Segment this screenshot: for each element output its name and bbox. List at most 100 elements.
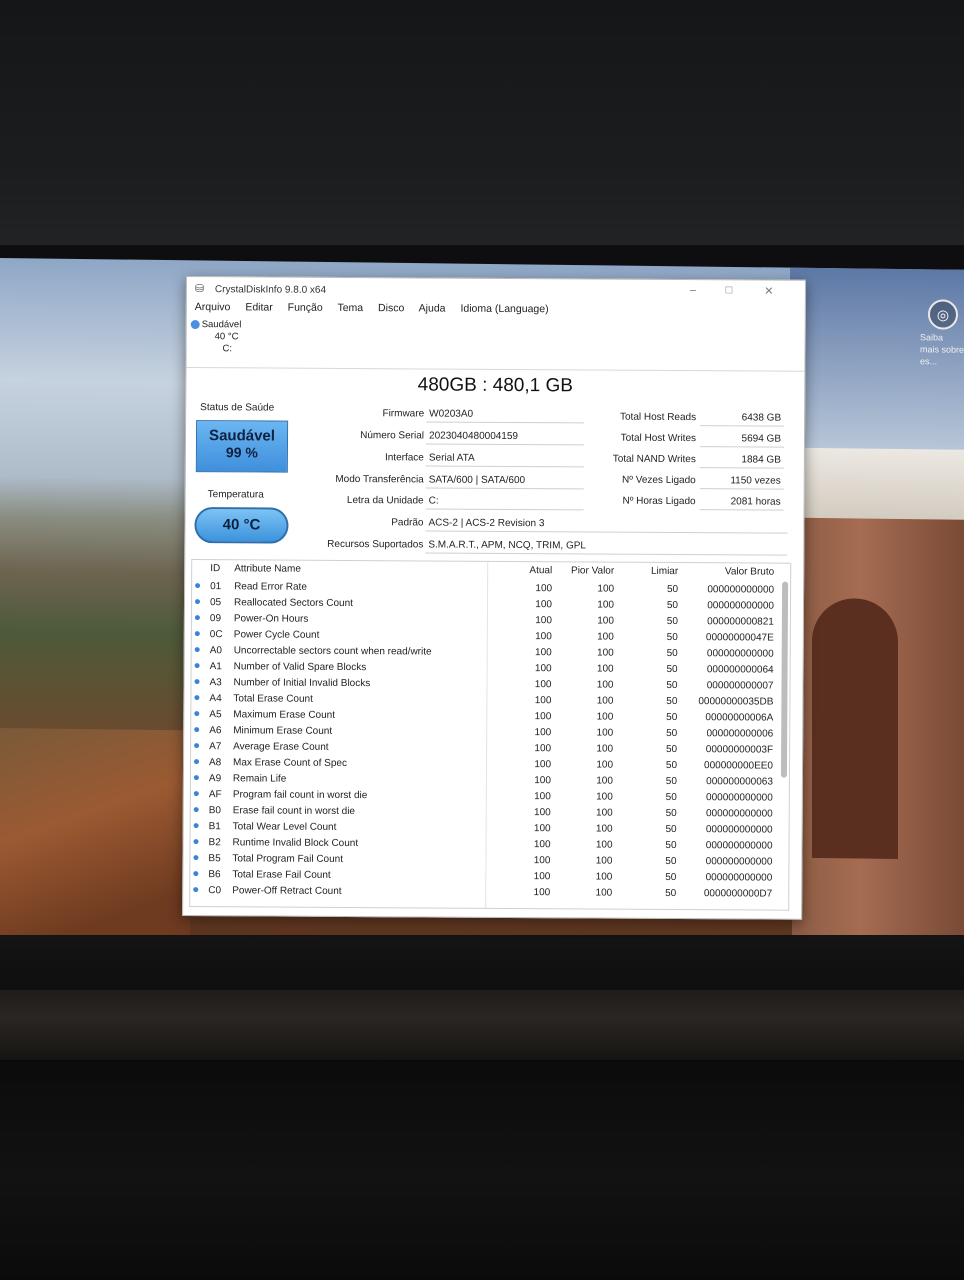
attribute-raw: 000000000000: [705, 840, 773, 852]
attribute-id: B5: [208, 853, 221, 865]
attribute-current: 100: [534, 743, 552, 755]
attribute-worst: 100: [596, 695, 614, 707]
attribute-name: Read Error Rate: [234, 581, 307, 593]
attribute-current: 100: [535, 615, 552, 627]
minimize-icon[interactable]: –: [681, 284, 705, 300]
firmware-row: Firmware W0203A0: [296, 404, 586, 426]
health-status-button[interactable]: Saudável 99 %: [195, 420, 289, 473]
header-id[interactable]: ID: [210, 563, 230, 574]
attribute-raw: 000000000000: [707, 600, 775, 612]
table-row[interactable]: C0 Power-Off Retract Count 100 100 50 0000000…: [190, 882, 788, 902]
status-dot-icon: [194, 615, 200, 621]
header-current[interactable]: Atual: [492, 565, 552, 576]
attribute-name: Total Erase Count: [233, 693, 313, 705]
attribute-id: 01: [210, 581, 222, 593]
attribute-worst: 100: [597, 599, 615, 611]
maximize-icon[interactable]: □: [717, 284, 741, 300]
header-worst[interactable]: Pior Valor: [554, 565, 614, 576]
attribute-current: 100: [534, 695, 552, 707]
status-dot-icon: [193, 887, 199, 893]
title-bar[interactable]: ⛁ CrystalDiskInfo 9.8.0 x64 – □ ✕: [187, 277, 805, 305]
status-dot-icon: [194, 759, 200, 765]
attribute-worst: 100: [595, 855, 613, 867]
attribute-current: 100: [533, 823, 551, 835]
attribute-threshold: 50: [666, 695, 678, 708]
attribute-worst: 100: [596, 759, 614, 771]
header-threshold[interactable]: Limiar: [622, 566, 678, 577]
attribute-raw: 000000000000: [705, 856, 773, 868]
attribute-worst: 100: [595, 887, 613, 899]
temperature-button[interactable]: 40 °C: [194, 507, 289, 544]
attribute-raw: 000000000063: [706, 776, 773, 788]
room-background-top: [0, 0, 964, 250]
attribute-current: 100: [534, 647, 552, 659]
status-dot-icon: [194, 711, 200, 717]
attribute-worst: 100: [597, 583, 615, 595]
attribute-raw: 00000000047E: [705, 632, 774, 644]
attribute-name: Total Wear Level Count: [232, 821, 337, 833]
attribute-current: 100: [534, 807, 551, 819]
status-dot-icon: [194, 663, 200, 669]
status-dot-icon: [193, 839, 199, 845]
disk-tab-letter: C:: [222, 343, 233, 355]
health-status: Saudável: [209, 427, 276, 445]
smart-table[interactable]: ID Attribute Name Atual Pior Valor Limia…: [189, 559, 792, 911]
attribute-id: A5: [209, 709, 222, 721]
attribute-id: A3: [209, 677, 222, 689]
attribute-worst: 100: [596, 711, 614, 723]
header-name[interactable]: Attribute Name: [234, 563, 484, 576]
attribute-current: 100: [534, 711, 552, 723]
attribute-id: 05: [209, 597, 222, 609]
attribute-worst: 100: [597, 631, 614, 643]
status-dot-icon: [195, 583, 201, 589]
header-raw[interactable]: Valor Bruto: [684, 566, 774, 577]
nand-writes-value: 1884 GB: [699, 450, 784, 469]
attribute-worst: 100: [596, 775, 613, 787]
attribute-current: 100: [534, 679, 552, 691]
disk-selector-tab[interactable]: Saudável 40 °C C:: [190, 319, 280, 366]
attribute-current: 100: [534, 791, 551, 803]
attribute-name: Power Cycle Count: [233, 629, 320, 641]
health-dot-icon: [190, 320, 200, 330]
menu-idioma[interactable]: Idioma (Language): [460, 303, 548, 316]
features-value: S.M.A.R.T., APM, NCQ, TRIM, GPL: [425, 535, 788, 556]
attribute-id: B1: [208, 821, 221, 833]
menu-ajuda[interactable]: Ajuda: [419, 302, 446, 314]
tv-stand: [0, 990, 964, 1060]
features-label: Recursos Suportados: [327, 538, 424, 551]
status-dot-icon: [194, 679, 200, 685]
attribute-current: 100: [535, 599, 553, 611]
menu-disco[interactable]: Disco: [378, 302, 404, 314]
menu-funcao[interactable]: Função: [288, 302, 323, 314]
menu-arquivo[interactable]: Arquivo: [195, 301, 231, 313]
spotlight-camera-icon[interactable]: ◎: [928, 299, 958, 330]
attribute-worst: 100: [597, 615, 614, 627]
attribute-current: 100: [534, 727, 552, 739]
status-dot-icon: [194, 631, 200, 637]
close-icon[interactable]: ✕: [757, 284, 781, 300]
attribute-threshold: 50: [666, 663, 678, 676]
attribute-name: Remain Life: [232, 773, 287, 785]
attribute-threshold: 50: [665, 743, 678, 756]
status-dot-icon: [193, 871, 199, 877]
drive-letter-row: Letra da Unidade C:: [296, 491, 586, 513]
spotlight-text[interactable]: Saiba mais sobre es...: [920, 331, 964, 368]
attribute-id: A9: [208, 773, 222, 785]
attribute-threshold: 50: [665, 839, 677, 852]
attribute-name: Average Erase Count: [233, 741, 329, 753]
attribute-name: Total Erase Fail Count: [232, 869, 331, 881]
health-label: Status de Saúde: [200, 402, 275, 414]
attribute-name: Runtime Invalid Block Count: [232, 837, 359, 850]
status-dot-icon: [194, 647, 200, 653]
attribute-name: Maximum Erase Count: [233, 709, 336, 721]
interface-value: Serial ATA: [425, 448, 584, 468]
menu-editar[interactable]: Editar: [245, 301, 273, 313]
window-title: CrystalDiskInfo 9.8.0 x64: [214, 284, 327, 296]
attribute-threshold: 50: [666, 583, 679, 596]
interface-label: Interface: [384, 452, 424, 464]
transfer-row: Modo Transferência SATA/600 | SATA/600: [296, 470, 586, 492]
table-scrollbar[interactable]: [780, 581, 789, 778]
temperature-label: Temperatura: [207, 489, 264, 501]
menu-tema[interactable]: Tema: [337, 302, 363, 314]
attribute-name: Uncorrectable sectors count when read/wr…: [233, 645, 432, 658]
